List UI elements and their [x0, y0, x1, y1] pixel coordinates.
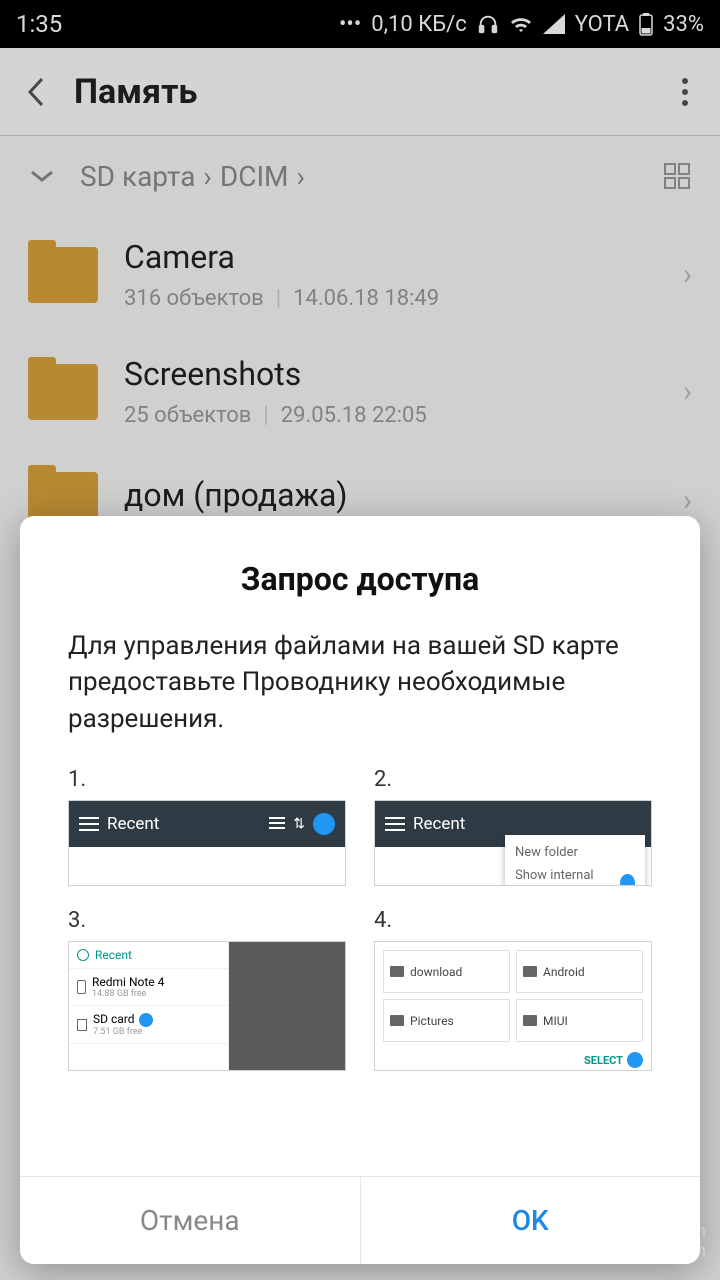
folder-small-icon: [523, 966, 537, 977]
clock-icon: [77, 949, 89, 961]
dialog-title: Запрос доступа: [68, 560, 652, 598]
device-icon: [77, 980, 86, 994]
highlight-dot-icon: [627, 1052, 643, 1068]
cancel-button[interactable]: Отмена: [20, 1177, 361, 1264]
dialog-message: Для управления файлами на вашей SD карте…: [68, 628, 652, 737]
ok-button[interactable]: OK: [361, 1177, 701, 1264]
step-3: 3. Recent Redmi Note 414.88 GB free SD c…: [68, 908, 346, 1071]
popup-menu: New folder Show internal storage: [505, 835, 645, 886]
step-1: 1. Recent ⇅: [68, 767, 346, 886]
list-icon: [269, 817, 285, 831]
step-image: Recent Redmi Note 414.88 GB free SD card…: [68, 941, 346, 1071]
steps-grid: 1. Recent ⇅ 2.: [68, 767, 652, 1071]
step-2: 2. Recent New folder Show internal stora…: [374, 767, 652, 886]
hamburger-icon: [79, 823, 99, 825]
permission-dialog: Запрос доступа Для управления файлами на…: [20, 516, 700, 1264]
folder-small-icon: [390, 1015, 404, 1026]
folder-small-icon: [390, 966, 404, 977]
step-image: download Android Pictures MIUI SELECT: [374, 941, 652, 1071]
step-image: Recent ⇅: [68, 800, 346, 886]
highlight-dot-icon: [313, 813, 335, 835]
folder-small-icon: [523, 1015, 537, 1026]
dialog-actions: Отмена OK: [20, 1176, 700, 1264]
step-4: 4. download Android Pictures MIUI SELECT: [374, 908, 652, 1071]
step-image: Recent New folder Show internal storage: [374, 800, 652, 886]
highlight-dot-icon: [139, 1013, 153, 1027]
highlight-dot-icon: [620, 874, 635, 886]
sd-card-icon: [77, 1019, 87, 1031]
hamburger-icon: [385, 823, 405, 825]
sort-icon: ⇅: [293, 816, 305, 832]
